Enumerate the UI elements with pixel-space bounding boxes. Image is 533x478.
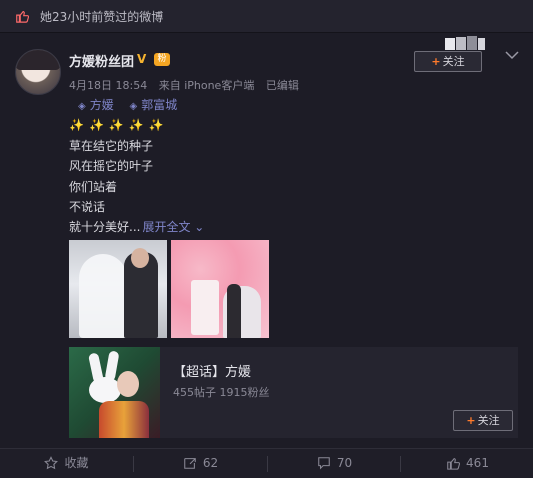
post-text-last-line: 就十分美好... 展开全文 ⌄ [69, 220, 205, 234]
repost-button[interactable]: 62 [134, 449, 267, 478]
post-date[interactable]: 4月18日 18:54 [69, 79, 147, 92]
super-topic-title[interactable]: 【超话】方媛 [173, 361, 251, 380]
eye-icon: ◈ [78, 101, 86, 112]
plus-icon: + [431, 55, 441, 68]
post-action-bar: 收藏 62 70 461 [0, 448, 533, 478]
chevron-down-icon[interactable] [505, 50, 519, 60]
tag-guofucheng[interactable]: ◈ 郭富城 [130, 98, 178, 112]
edited-label[interactable]: 已编辑 [266, 79, 299, 92]
post-text-line: 风在摇它的叶子 [69, 159, 154, 173]
liked-notice-text: 她23小时前赞过的微博 [40, 10, 164, 24]
vip-badge: V [137, 52, 147, 66]
follow-button[interactable]: + 关注 [414, 51, 482, 72]
liked-notice-bar: 她23小时前赞过的微博 [0, 0, 533, 33]
comment-button[interactable]: 70 [268, 449, 401, 478]
post-tags: ◈ 方媛 ◈ 郭富城 [78, 96, 189, 113]
post-image-1[interactable] [69, 240, 167, 338]
thumbs-up-icon [447, 458, 461, 470]
expand-full-text-link[interactable]: 展开全文 ⌄ [142, 220, 204, 234]
super-topic-stats: 455帖子 1915粉丝 [173, 386, 270, 399]
author-avatar[interactable] [15, 49, 61, 95]
post-text-line: 你们站着 [69, 180, 118, 194]
author-name[interactable]: 方媛粉丝团 [69, 51, 134, 70]
sparkle-emoji-line: ✨✨✨✨✨ [69, 118, 169, 132]
plus-icon: + [466, 414, 476, 427]
weibo-post-card: 方媛粉丝团 V 粉 4月18日 18:54 来自 iPhone客户端 已编辑 +… [0, 33, 533, 477]
star-icon [44, 456, 59, 470]
topic-follow-button[interactable]: + 关注 [453, 410, 513, 431]
eye-icon: ◈ [129, 101, 138, 112]
post-text-line: 不说话 [69, 200, 106, 214]
repost-icon [184, 458, 196, 469]
favorite-button[interactable]: 收藏 [0, 449, 133, 478]
super-topic-cover [69, 347, 160, 438]
thumbs-up-icon [16, 11, 29, 23]
decoration-badge-icon [445, 36, 485, 50]
post-source: 来自 iPhone客户端 [158, 79, 255, 92]
fan-badge: 粉 [154, 53, 170, 66]
super-topic-card[interactable]: 【超话】方媛 455帖子 1915粉丝 + 关注 [69, 347, 518, 438]
like-button[interactable]: 461 [401, 449, 533, 478]
tag-fangyuan[interactable]: ◈ 方媛 [78, 98, 114, 112]
post-image-2[interactable] [171, 240, 269, 338]
post-meta: 4月18日 18:54 来自 iPhone客户端 已编辑 [69, 77, 307, 93]
comment-icon [318, 457, 330, 470]
post-text-line: 草在结它的种子 [69, 139, 154, 153]
